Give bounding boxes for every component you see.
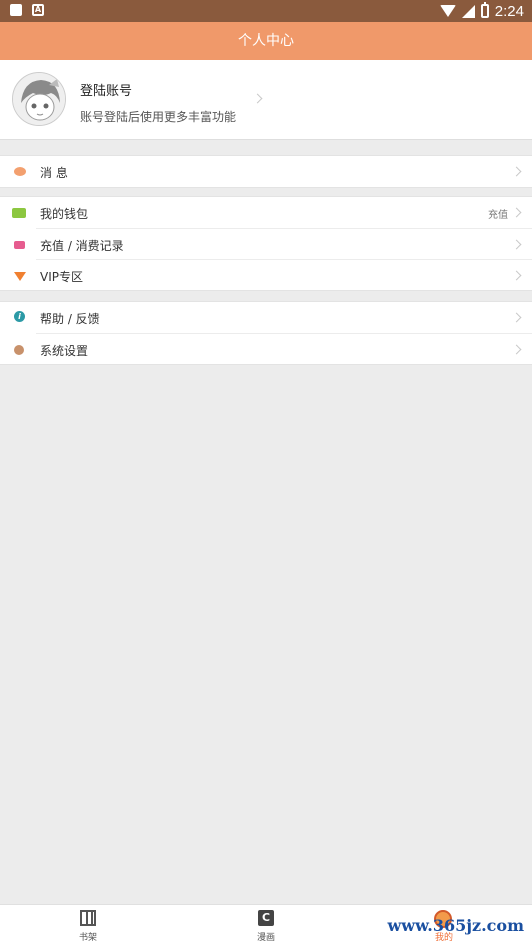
menu-item-records[interactable]: 充值 / 消费记录 bbox=[14, 228, 532, 259]
menu-item-label: 系统设置 bbox=[40, 344, 89, 358]
menu-item-messages[interactable]: 消 息 bbox=[0, 156, 532, 187]
recharge-hint: 充值 bbox=[488, 210, 508, 221]
status-time: 2:24 bbox=[494, 2, 524, 20]
menu-group-messages: 消 息 bbox=[0, 155, 532, 188]
help-icon: i bbox=[14, 311, 25, 322]
menu-group-settings: i 帮助 / 反馈 系统设置 bbox=[0, 301, 532, 365]
bookshelf-icon bbox=[80, 910, 96, 926]
menu-item-label: 我的钱包 bbox=[40, 207, 89, 221]
chevron-right-icon bbox=[511, 312, 522, 323]
tab-label: 书架 bbox=[78, 933, 97, 943]
tab-label: 漫画 bbox=[256, 933, 275, 943]
menu-item-label: 充值 / 消费记录 bbox=[40, 239, 124, 253]
menu-item-help[interactable]: i 帮助 / 反馈 bbox=[0, 302, 532, 333]
watermark: www.365jz.com bbox=[387, 916, 524, 935]
message-icon bbox=[14, 167, 26, 176]
chevron-right-icon bbox=[511, 166, 522, 177]
wifi-icon bbox=[439, 5, 456, 17]
page-title: 个人中心 bbox=[238, 33, 294, 49]
status-bar: A 2:24 bbox=[0, 0, 532, 22]
chevron-right-icon bbox=[511, 270, 522, 281]
menu-item-settings[interactable]: 系统设置 bbox=[14, 333, 532, 364]
notification-square-icon bbox=[10, 4, 22, 16]
profile-description: 账号登陆后使用更多丰富功能 bbox=[80, 110, 237, 124]
page-header: 个人中心 bbox=[0, 22, 532, 60]
diamond-icon bbox=[14, 272, 26, 281]
chevron-right-icon bbox=[511, 344, 522, 355]
signal-icon bbox=[461, 4, 475, 18]
gear-icon bbox=[14, 345, 24, 355]
menu-item-label: 消 息 bbox=[40, 166, 68, 180]
tab-bookshelf[interactable]: 书架 bbox=[28, 905, 148, 944]
chevron-right-icon bbox=[511, 239, 522, 250]
avatar bbox=[12, 72, 66, 126]
menu-item-label: VIP专区 bbox=[40, 270, 83, 284]
comic-icon: C bbox=[258, 910, 274, 926]
menu-item-wallet[interactable]: 我的钱包 充值 bbox=[0, 197, 532, 228]
chevron-right-icon bbox=[511, 207, 522, 218]
wallet-icon bbox=[12, 208, 26, 218]
menu-group-wallet: 我的钱包 充值 充值 / 消费记录 VIP专区 bbox=[0, 196, 532, 291]
record-icon bbox=[14, 241, 25, 249]
profile-login-card[interactable]: 登陆账号 账号登陆后使用更多丰富功能 bbox=[0, 60, 532, 140]
chevron-right-icon bbox=[252, 93, 263, 104]
battery-icon bbox=[480, 2, 489, 18]
notification-a-icon: A bbox=[32, 4, 44, 16]
profile-name: 登陆账号 bbox=[80, 84, 133, 99]
menu-item-vip[interactable]: VIP专区 bbox=[14, 259, 532, 290]
tab-comic[interactable]: C 漫画 bbox=[206, 905, 326, 944]
menu-item-label: 帮助 / 反馈 bbox=[40, 312, 100, 326]
